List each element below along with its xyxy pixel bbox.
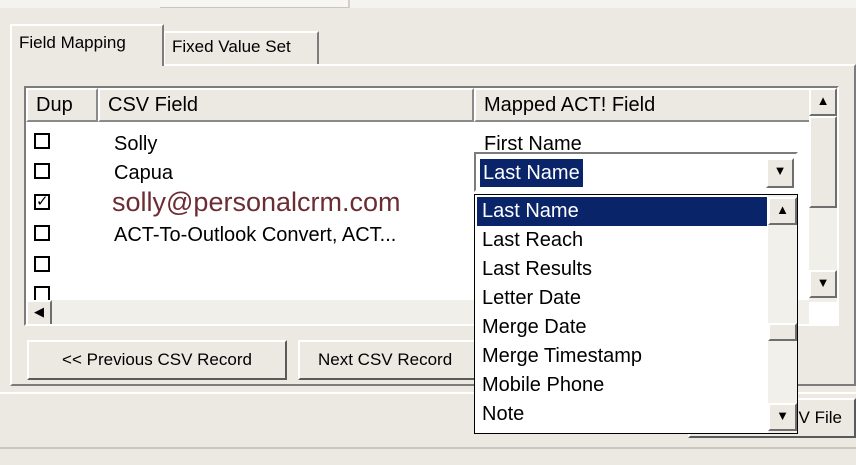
csv-field-cell: Capua	[114, 162, 173, 184]
previous-csv-record-button[interactable]: << Previous CSV Record	[27, 340, 287, 380]
next-csv-record-button[interactable]: Next CSV Record	[298, 340, 498, 380]
scroll-down-button[interactable]: ▼	[809, 270, 837, 298]
left-arrow-icon: ◀	[34, 304, 44, 319]
scroll-left-button[interactable]: ◀	[26, 300, 52, 324]
dropdown-option[interactable]: Letter Date	[477, 284, 767, 313]
separator	[0, 447, 856, 449]
column-header-mapped-act-field[interactable]: Mapped ACT! Field	[474, 88, 811, 122]
dup-checkbox[interactable]: ✓	[34, 194, 50, 210]
dup-checkbox[interactable]	[34, 256, 50, 272]
column-header-csv-field[interactable]: CSV Field	[98, 88, 474, 122]
grid-vertical-scrollbar[interactable]: ▲ ▼	[809, 88, 837, 302]
dropdown-option[interactable]: Last Results	[477, 255, 767, 284]
top-strip-frame	[160, 0, 350, 8]
down-arrow-icon: ▼	[816, 275, 830, 290]
mapped-field-dropdown-list[interactable]: Last Name Last Reach Last Results Letter…	[474, 194, 798, 434]
up-arrow-icon: ▲	[776, 202, 789, 217]
tab-field-mapping[interactable]: Field Mapping	[10, 24, 164, 66]
dup-checkbox[interactable]	[34, 286, 50, 301]
combobox-value: Last Name	[480, 159, 583, 187]
dup-checkbox[interactable]	[34, 163, 50, 179]
csv-field-cell: Solly	[114, 133, 158, 155]
scroll-thumb[interactable]	[768, 323, 797, 341]
dropdown-option[interactable]: Last Name	[477, 197, 767, 226]
mapped-field-combobox[interactable]: Last Name ▼	[474, 152, 798, 192]
checkmark-icon: ✓	[36, 193, 49, 210]
dropdown-option[interactable]: Last Reach	[477, 226, 767, 255]
scroll-up-button[interactable]: ▲	[809, 88, 837, 116]
dup-checkbox[interactable]	[34, 225, 50, 241]
dup-checkbox[interactable]	[34, 133, 50, 149]
dropdown-option[interactable]: Merge Timestamp	[477, 342, 767, 371]
up-arrow-icon: ▲	[816, 93, 830, 108]
dropdown-option[interactable]: Mobile Phone	[477, 371, 767, 400]
down-arrow-icon: ▼	[776, 408, 789, 423]
top-strip	[0, 0, 856, 8]
scroll-down-button[interactable]: ▼	[768, 403, 797, 431]
combobox-dropdown-button[interactable]: ▼	[766, 158, 794, 188]
dropdown-scrollbar[interactable]: ▲ ▼	[768, 195, 797, 433]
dropdown-option[interactable]: Merge Date	[477, 313, 767, 342]
scroll-up-button[interactable]: ▲	[768, 197, 797, 225]
scroll-thumb[interactable]	[809, 116, 837, 208]
tab-fixed-value-set[interactable]: Fixed Value Set	[163, 31, 319, 64]
csv-field-cell: ACT-To-Outlook Convert, ACT...	[114, 224, 397, 246]
down-arrow-icon: ▼	[773, 163, 787, 178]
dropdown-option[interactable]: Note	[477, 400, 767, 429]
csv-field-cell: solly@personalcrm.com	[112, 187, 401, 217]
column-header-dup[interactable]: Dup	[26, 88, 98, 122]
